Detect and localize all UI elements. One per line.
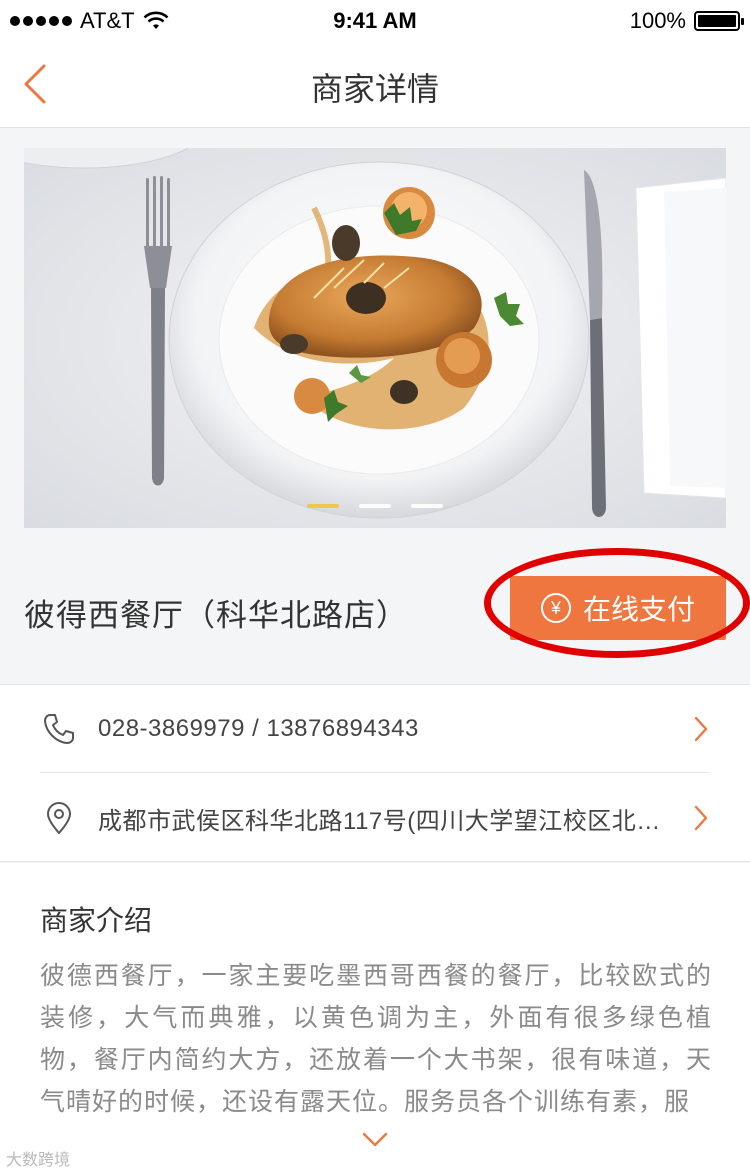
phone-row[interactable]: 028-3869979 / 13876894343: [40, 685, 710, 773]
expand-chevron-down-icon[interactable]: [361, 1131, 389, 1149]
address-row[interactable]: 成都市武侯区科华北路117号(四川大学望江校区北门对面): [40, 774, 710, 862]
intro-body: 彼德西餐厅，一家主要吃墨西哥西餐的餐厅，比较欧式的装修，大气而典雅，以黄色调为主…: [40, 962, 712, 1116]
nav-bar: 商家详情: [0, 40, 750, 128]
watermark: 大数跨境: [6, 1152, 71, 1169]
online-pay-label: 在线支付: [582, 594, 695, 625]
status-bar: AT&T 9:41 AM 100%: [0, 0, 750, 40]
page-title: 商家详情: [310, 71, 439, 107]
store-header: 彼得西餐厅（科华北路店） ¥ 在线支付: [0, 560, 750, 656]
chevron-right-icon: [694, 805, 708, 831]
merchant-intro: 商家介绍 彼德西餐厅，一家主要吃墨西哥西餐的餐厅，比较欧式的装修，大气而典雅，以…: [0, 863, 750, 1172]
battery-percent: 100%: [629, 8, 686, 33]
chevron-right-icon: [694, 716, 708, 741]
status-right: 100%: [629, 8, 744, 34]
banner-carousel[interactable]: [24, 148, 726, 528]
intro-heading: 商家介绍: [40, 905, 153, 936]
carousel-dot-1[interactable]: [307, 504, 339, 508]
online-pay-button[interactable]: ¥ 在线支付: [510, 576, 726, 640]
phone-number: 028-3869979 / 13876894343: [98, 714, 419, 742]
phone-icon: [44, 713, 74, 744]
carousel-dot-2[interactable]: [359, 504, 391, 508]
battery-icon: [694, 11, 744, 31]
address-text: 成都市武侯区科华北路117号(四川大学望江校区北门对面): [98, 807, 672, 835]
yen-icon: ¥: [540, 593, 571, 623]
carousel-indicators: [24, 504, 726, 508]
location-pin-icon: [47, 802, 71, 834]
food-photo: [24, 148, 726, 528]
carousel-dot-3[interactable]: [411, 504, 443, 508]
contact-card: 028-3869979 / 13876894343 成都市武侯区科华北路117号…: [0, 684, 750, 862]
store-name: 彼得西餐厅（科华北路店）: [24, 598, 408, 633]
